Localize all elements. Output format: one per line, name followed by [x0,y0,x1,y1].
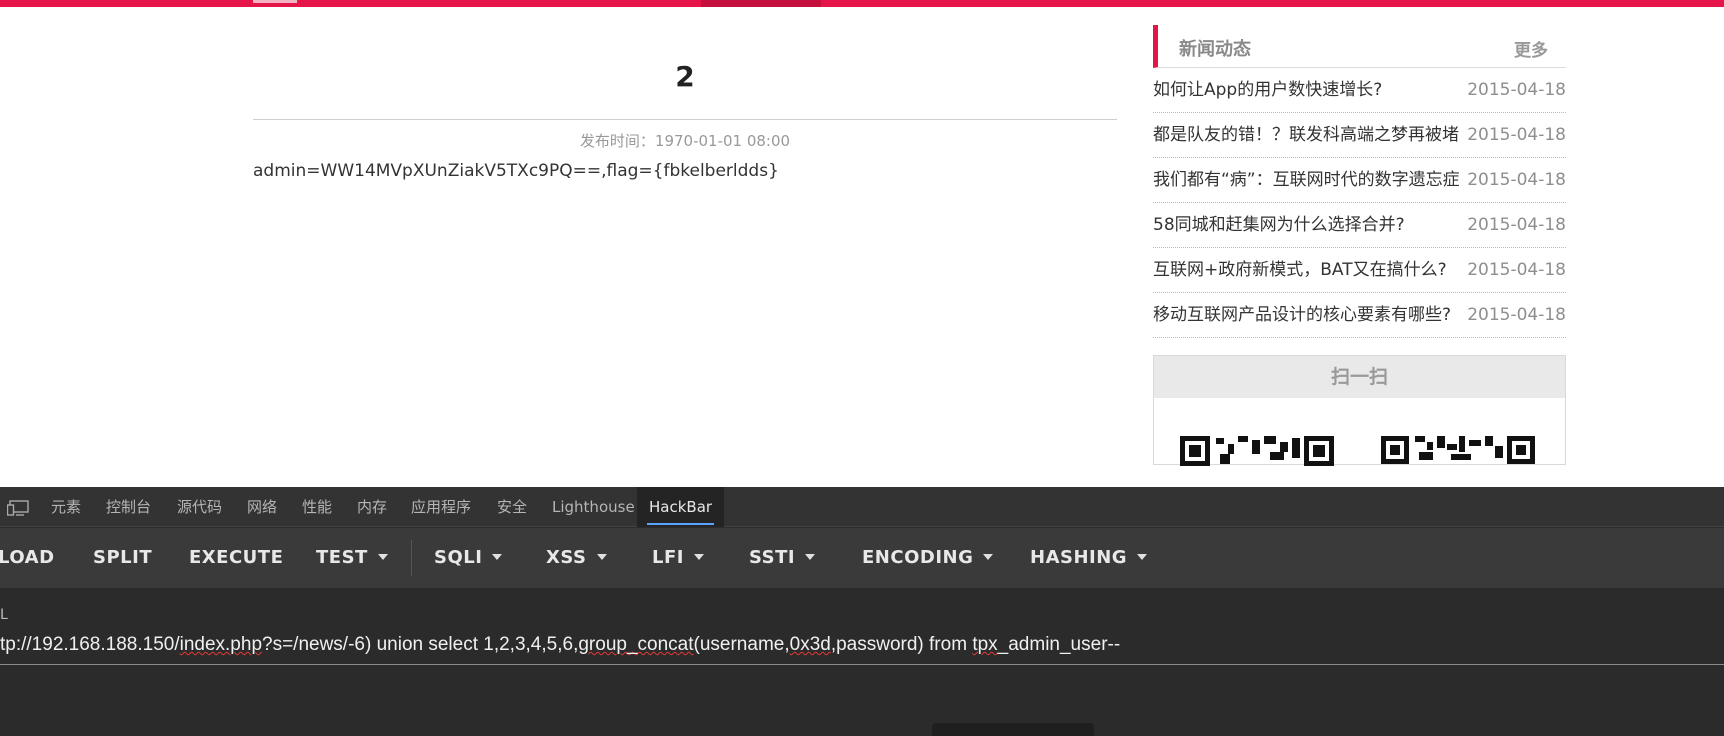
news-item[interactable]: 移动互联网产品设计的核心要素有哪些? 2015-04-18 [1153,293,1566,338]
url-part-misspelled: 0x3d [789,634,831,655]
news-item-title[interactable]: 都是队友的错！？联发科高端之梦再被堵 [1153,121,1470,150]
chevron-down-icon [805,554,816,560]
news-list: 如何让App的用户数快速增长? 2015-04-18 都是队友的错！？联发科高端… [1153,68,1566,338]
tab-elements[interactable]: 元素 [51,487,81,527]
url-part: ?s=/news/-6) union select 1,2,3,4,5,6, [262,634,579,655]
url-label: L [0,607,8,623]
news-item-title[interactable]: 58同城和赶集网为什么选择合并? [1153,211,1470,240]
xss-dropdown[interactable]: XSS [546,528,607,588]
news-item-date: 2015-04-18 [1467,305,1566,325]
news-header: 新闻动态 更多 [1153,25,1566,68]
article-divider [253,119,1117,120]
encoding-dropdown[interactable]: ENCODING [862,528,994,588]
xss-label: XSS [546,547,587,568]
lfi-dropdown[interactable]: LFI [652,528,704,588]
news-item-date: 2015-04-18 [1467,170,1566,190]
tab-console[interactable]: 控制台 [106,487,151,527]
chevron-down-icon [1137,554,1148,560]
ssti-label: SSTI [749,547,796,568]
tab-hackbar[interactable]: HackBar [637,487,725,527]
scan-title: 扫一扫 [1154,356,1565,398]
chevron-down-icon [377,554,388,560]
sqli-label: SQLI [434,547,483,568]
url-part: _admin_user-- [997,634,1121,655]
lfi-label: LFI [652,547,684,568]
chevron-down-icon [492,554,503,560]
tab-network[interactable]: 网络 [247,487,277,527]
chevron-down-icon [693,554,704,560]
sqli-dropdown[interactable]: SQLI [434,528,503,588]
url-part: ,password) from [830,634,973,655]
url-part-misspelled: tpx [972,634,998,655]
post-data-toggle[interactable] [932,723,1094,736]
devtools-panel: 元素 控制台 源代码 网络 性能 内存 应用程序 安全 Lighthouse H… [0,487,1724,736]
article-body: admin=WW14MVpXUnZiakV5TXc9PQ==,flag={fbk… [253,161,779,181]
tab-sources[interactable]: 源代码 [177,487,222,527]
test-label: TEST [316,547,368,568]
news-section-title: 新闻动态 [1179,39,1251,60]
url-part: tp://192.168.188.150/ [0,634,180,655]
load-button[interactable]: LOAD [0,528,55,588]
hashing-dropdown[interactable]: HASHING [1030,528,1148,588]
qr-code-icon [1381,436,1535,466]
news-item-date: 2015-04-18 [1467,125,1566,145]
tab-performance[interactable]: 性能 [302,487,332,527]
news-item-title[interactable]: 如何让App的用户数快速增长? [1153,76,1470,105]
test-dropdown[interactable]: TEST [316,528,388,588]
chevron-down-icon [983,554,994,560]
devtools-tab-bar: 元素 控制台 源代码 网络 性能 内存 应用程序 安全 Lighthouse H… [0,487,1724,527]
news-item[interactable]: 如何让App的用户数快速增长? 2015-04-18 [1153,68,1566,113]
hackbar-toolbar: LOAD SPLIT EXECUTE TEST SQLI XSS LFI SST… [0,528,1724,588]
sidebar: 新闻动态 更多 如何让App的用户数快速增长? 2015-04-18 都是队友的… [1153,25,1566,466]
toolbar-separator [411,540,412,576]
news-item-date: 2015-04-18 [1467,215,1566,235]
news-item-date: 2015-04-18 [1467,260,1566,280]
news-item-date: 2015-04-18 [1467,80,1566,100]
url-part: (username, [693,634,790,655]
tab-application[interactable]: 应用程序 [411,487,471,527]
chevron-down-icon [596,554,607,560]
article-title: 2 [675,60,695,93]
execute-button[interactable]: EXECUTE [189,528,283,588]
url-part-misspelled: group_concat [578,634,694,655]
scan-qr-box: 扫一扫 [1153,355,1566,466]
article-meta: 发布时间：1970-01-01 08:00 [579,132,791,150]
news-item[interactable]: 我们都有“病”：互联网时代的数字遗忘症 2015-04-18 [1153,158,1566,203]
news-item-title[interactable]: 互联网+政府新模式，BAT又在搞什么? [1153,256,1470,285]
news-item[interactable]: 互联网+政府新模式，BAT又在搞什么? 2015-04-18 [1153,248,1566,293]
encoding-label: ENCODING [862,547,974,568]
news-item-title[interactable]: 我们都有“病”：互联网时代的数字遗忘症 [1153,166,1470,195]
tab-memory[interactable]: 内存 [357,487,387,527]
url-input[interactable]: tp://192.168.188.150/index.php?s=/news/-… [0,625,1724,665]
article: 2 发布时间：1970-01-01 08:00 admin=WW14MVpXUn… [253,0,1117,486]
tab-security[interactable]: 安全 [497,487,527,527]
url-part-misspelled: index.php [179,634,263,655]
news-more-link[interactable]: 更多 [1514,36,1548,61]
news-item[interactable]: 都是队友的错！？联发科高端之梦再被堵 2015-04-18 [1153,113,1566,158]
news-item-title[interactable]: 移动互联网产品设计的核心要素有哪些? [1153,301,1470,330]
split-button[interactable]: SPLIT [93,528,152,588]
news-item[interactable]: 58同城和赶集网为什么选择合并? 2015-04-18 [1153,203,1566,248]
tab-lighthouse[interactable]: Lighthouse [552,487,635,527]
qr-code-icon [1180,436,1334,466]
device-toolbar-icon[interactable] [6,500,29,516]
ssti-dropdown[interactable]: SSTI [749,528,816,588]
hashing-label: HASHING [1030,547,1128,568]
